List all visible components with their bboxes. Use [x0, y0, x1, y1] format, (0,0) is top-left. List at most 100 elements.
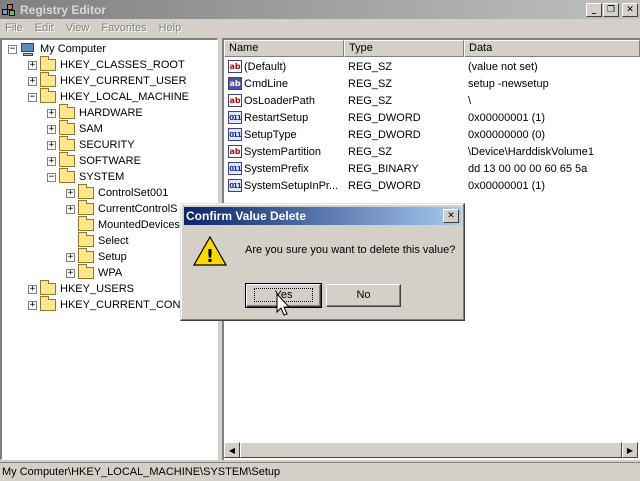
- value-data: (value not set): [468, 60, 538, 73]
- value-type: REG_DWORD: [348, 128, 421, 141]
- string-value-icon: ab: [228, 60, 242, 73]
- tree-node-hardware[interactable]: + HARDWARE: [47, 104, 143, 121]
- binary-value-icon: 011: [228, 128, 242, 141]
- folder-icon: [40, 280, 56, 295]
- expand-toggle[interactable]: +: [47, 108, 56, 118]
- expand-toggle[interactable]: +: [28, 300, 37, 310]
- value-type: REG_SZ: [348, 94, 393, 107]
- open-folder-icon: [59, 168, 75, 183]
- horizontal-scrollbar[interactable]: ◀ ▶: [224, 442, 638, 458]
- tree-node-system[interactable]: − SYSTEM: [47, 168, 125, 185]
- value-row[interactable]: ab CmdLine REG_SZ setup -newsetup: [224, 75, 640, 92]
- warning-glyph: !: [206, 246, 214, 267]
- expand-toggle[interactable]: +: [28, 76, 37, 86]
- tree-node-hkcu[interactable]: + HKEY_CURRENT_USER: [28, 72, 187, 89]
- menu-bar: File Edit View Favorites Help: [0, 19, 640, 37]
- expand-toggle[interactable]: +: [66, 252, 75, 262]
- folder-icon: [40, 72, 56, 87]
- value-name: SystemSetupInPr...: [244, 179, 339, 192]
- tree-node-label: HKEY_LOCAL_MACHINE: [60, 91, 189, 103]
- tree-node-hku[interactable]: + HKEY_USERS: [28, 280, 134, 297]
- menu-file[interactable]: File: [0, 22, 30, 34]
- collapse-toggle[interactable]: −: [8, 44, 17, 54]
- collapse-toggle[interactable]: −: [28, 92, 37, 102]
- column-header-type[interactable]: Type: [344, 40, 464, 57]
- column-header-name[interactable]: Name: [224, 40, 344, 57]
- menu-help[interactable]: Help: [154, 22, 189, 34]
- tree-node-wpa[interactable]: + WPA: [66, 264, 122, 281]
- menu-view[interactable]: View: [61, 22, 97, 34]
- menu-favorites[interactable]: Favorites: [96, 22, 153, 34]
- expand-toggle[interactable]: +: [47, 140, 56, 150]
- value-name: SystemPartition: [244, 145, 322, 158]
- tree-node-sam[interactable]: + SAM: [47, 120, 103, 137]
- expand-toggle[interactable]: +: [28, 60, 37, 70]
- folder-icon: [59, 104, 75, 119]
- tree-node-hkcc[interactable]: + HKEY_CURRENT_CONFI: [28, 296, 190, 313]
- value-data: \Device\HarddiskVolume1: [468, 145, 594, 158]
- tree-node-controlset001[interactable]: + ControlSet001: [66, 184, 168, 201]
- restore-button[interactable]: ❐: [603, 2, 619, 17]
- value-row[interactable]: 011 SystemPrefix REG_BINARY dd 13 00 00 …: [224, 160, 640, 177]
- value-data: setup -newsetup: [468, 77, 549, 90]
- expand-toggle[interactable]: +: [66, 188, 75, 198]
- value-type: REG_SZ: [348, 60, 393, 73]
- tree-node-label: SYSTEM: [79, 171, 125, 183]
- no-button[interactable]: No: [326, 284, 401, 307]
- tree-node-label: CurrentControlS: [98, 203, 178, 215]
- value-row[interactable]: ab OsLoaderPath REG_SZ \: [224, 92, 640, 109]
- mouse-pointer-icon: [276, 293, 290, 316]
- scroll-left-arrow-icon[interactable]: ◀: [224, 442, 240, 458]
- value-row[interactable]: ab (Default) REG_SZ (value not set): [224, 58, 640, 75]
- expand-toggle[interactable]: +: [28, 284, 37, 294]
- string-value-icon: ab: [228, 145, 242, 158]
- folder-icon: [40, 296, 56, 311]
- tree-node-label: MountedDevices: [98, 219, 180, 231]
- value-name: CmdLine: [244, 77, 289, 90]
- expand-toggle[interactable]: +: [47, 124, 56, 134]
- expand-toggle[interactable]: +: [47, 156, 56, 166]
- scrollbar-thumb[interactable]: [240, 442, 622, 458]
- tree-node-hklm[interactable]: − HKEY_LOCAL_MACHINE: [28, 88, 189, 105]
- tree-node-mounteddevices[interactable]: MountedDevices: [66, 216, 180, 233]
- value-type: REG_BINARY: [348, 162, 419, 175]
- tree-node-setup[interactable]: + Setup: [66, 248, 127, 265]
- binary-value-icon: 011: [228, 162, 242, 175]
- dialog-close-button[interactable]: ✕: [443, 209, 459, 223]
- computer-icon: [20, 42, 36, 56]
- value-type: REG_DWORD: [348, 179, 421, 192]
- folder-icon: [59, 152, 75, 167]
- confirm-delete-dialog: Confirm Value Delete ✕ ! Are you sure yo…: [180, 203, 465, 321]
- tree-node-label: HKEY_USERS: [60, 283, 134, 295]
- folder-icon: [78, 232, 94, 247]
- tree-node-select[interactable]: Select: [66, 232, 129, 249]
- value-data: dd 13 00 00 00 60 65 5a: [468, 162, 588, 175]
- tree-node-currentcontrolset[interactable]: + CurrentControlS: [66, 200, 178, 217]
- value-row[interactable]: 011 SystemSetupInPr... REG_DWORD 0x00000…: [224, 177, 640, 194]
- tree-node-my-computer[interactable]: − My Computer: [8, 41, 106, 57]
- tree-node-label: SOFTWARE: [79, 155, 141, 167]
- scroll-right-arrow-icon[interactable]: ▶: [622, 442, 638, 458]
- tree-node-hkcr[interactable]: + HKEY_CLASSES_ROOT: [28, 56, 185, 73]
- folder-icon: [78, 184, 94, 199]
- collapse-toggle[interactable]: −: [47, 172, 56, 182]
- tree-node-software[interactable]: + SOFTWARE: [47, 152, 141, 169]
- binary-value-icon: 011: [228, 179, 242, 192]
- tree-node-label: HKEY_CURRENT_USER: [60, 75, 187, 87]
- column-header-data[interactable]: Data: [464, 40, 640, 57]
- menu-edit[interactable]: Edit: [30, 22, 61, 34]
- value-type: REG_SZ: [348, 145, 393, 158]
- minimize-button[interactable]: _: [586, 2, 602, 17]
- value-type: REG_SZ: [348, 77, 393, 90]
- value-row[interactable]: ab SystemPartition REG_SZ \Device\Harddi…: [224, 143, 640, 160]
- close-button[interactable]: ✕: [622, 2, 638, 17]
- value-row[interactable]: 011 RestartSetup REG_DWORD 0x00000001 (1…: [224, 109, 640, 126]
- value-name: SystemPrefix: [244, 162, 309, 175]
- value-row[interactable]: 011 SetupType REG_DWORD 0x00000000 (0): [224, 126, 640, 143]
- value-data: \: [468, 94, 472, 107]
- registry-editor-icon: [2, 3, 16, 17]
- expand-toggle[interactable]: +: [66, 204, 75, 214]
- open-folder-icon: [40, 88, 56, 103]
- tree-node-security[interactable]: + SECURITY: [47, 136, 135, 153]
- expand-toggle[interactable]: +: [66, 268, 75, 278]
